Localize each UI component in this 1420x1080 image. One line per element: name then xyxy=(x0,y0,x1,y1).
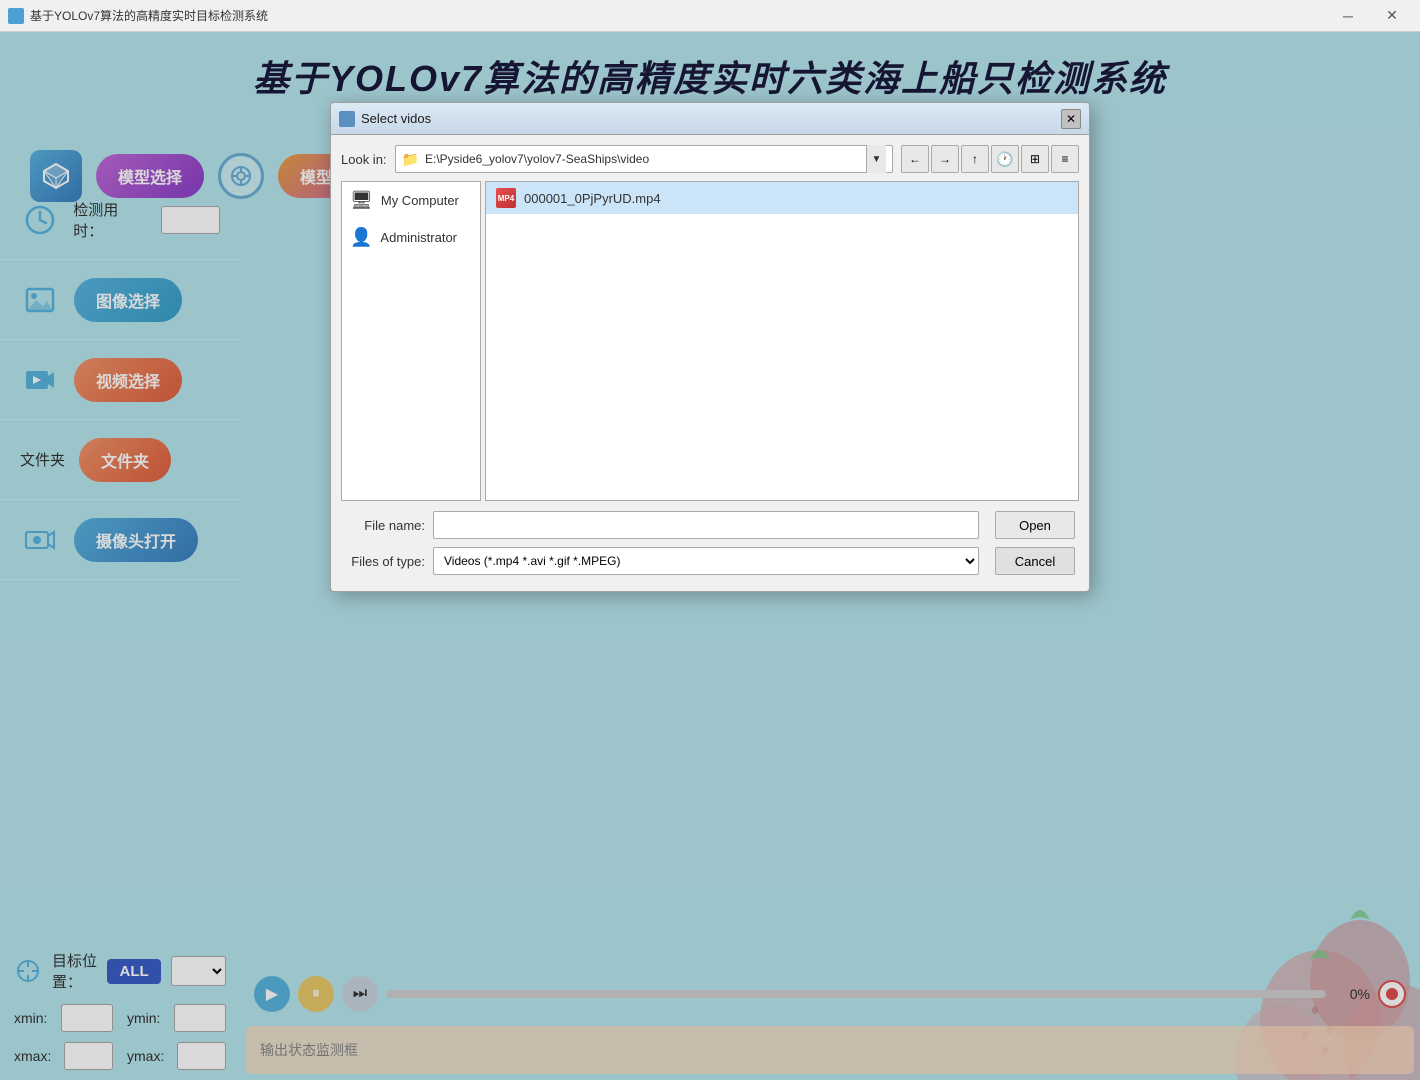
sidebar-item-administrator[interactable]: 👤 Administrator xyxy=(342,219,480,256)
path-text: E:\Pyside6_yolov7\yolov7-SeaShips\video xyxy=(425,152,866,166)
files-of-type-label: Files of type: xyxy=(345,554,425,569)
app-icon xyxy=(8,8,24,24)
file-name-row: File name: Open xyxy=(345,511,1075,539)
path-dropdown[interactable]: ▼ xyxy=(866,145,886,173)
files-of-type-select[interactable]: Videos (*.mp4 *.avi *.gif *.MPEG) xyxy=(433,547,979,575)
sidebar-item-mycomputer[interactable]: 🖥 My Computer xyxy=(342,182,480,219)
file-name-input[interactable] xyxy=(433,511,979,539)
title-bar-controls: ─ ✕ xyxy=(1328,6,1412,26)
open-button[interactable]: Open xyxy=(995,511,1075,539)
computer-icon: 🖥 xyxy=(350,190,373,211)
file-name-label: File name: xyxy=(345,518,425,533)
nav-up[interactable]: ↑ xyxy=(961,145,989,173)
nav-list-view[interactable]: ≡ xyxy=(1051,145,1079,173)
cancel-btn-container: Cancel xyxy=(995,547,1075,575)
file-item[interactable]: MP4 000001_0PjPyrUD.mp4 xyxy=(486,182,1078,214)
close-button[interactable]: ✕ xyxy=(1372,6,1412,26)
user-icon: 👤 xyxy=(350,227,372,248)
nav-recent[interactable]: 🕐 xyxy=(991,145,1019,173)
app-background: 基于YOLOv7算法的高精度实时六类海上船只检测系统 CSDN：BestSong… xyxy=(0,32,1420,1080)
file-name: 000001_0PjPyrUD.mp4 xyxy=(524,191,661,206)
title-bar-text: 基于YOLOv7算法的高精度实时目标检测系统 xyxy=(30,7,1328,24)
nav-forward[interactable]: → xyxy=(931,145,959,173)
file-sidebar: 🖥 My Computer 👤 Administrator xyxy=(341,181,481,501)
dialog-title-bar: Select vidos ✕ xyxy=(331,103,1089,135)
dialog-action-buttons: Open xyxy=(995,511,1075,539)
look-in-row: Look in: 📁 E:\Pyside6_yolov7\yolov7-SeaS… xyxy=(341,145,1079,173)
look-in-label: Look in: xyxy=(341,152,387,167)
administrator-label: Administrator xyxy=(380,230,457,245)
nav-grid-view[interactable]: ⊞ xyxy=(1021,145,1049,173)
nav-back[interactable]: ← xyxy=(901,145,929,173)
dialog-close-button[interactable]: ✕ xyxy=(1061,109,1081,129)
my-computer-label: My Computer xyxy=(381,193,459,208)
dialog-body: Look in: 📁 E:\Pyside6_yolov7\yolov7-SeaS… xyxy=(331,135,1089,591)
cancel-button[interactable]: Cancel xyxy=(995,547,1075,575)
dialog-title-text: Select vidos xyxy=(361,111,1061,126)
files-of-type-row: Files of type: Videos (*.mp4 *.avi *.gif… xyxy=(345,547,1075,575)
modal-overlay: Select vidos ✕ Look in: 📁 E:\Pyside6_yol… xyxy=(0,32,1420,1080)
nav-buttons: ← → ↑ 🕐 ⊞ ≡ xyxy=(901,145,1079,173)
minimize-button[interactable]: ─ xyxy=(1328,6,1368,26)
file-list: MP4 000001_0PjPyrUD.mp4 xyxy=(485,181,1079,501)
title-bar: 基于YOLOv7算法的高精度实时目标检测系统 ─ ✕ xyxy=(0,0,1420,32)
file-dialog: Select vidos ✕ Look in: 📁 E:\Pyside6_yol… xyxy=(330,102,1090,592)
dialog-bottom: File name: Open Files of type: Videos (*… xyxy=(341,511,1079,581)
look-in-path: 📁 E:\Pyside6_yolov7\yolov7-SeaShips\vide… xyxy=(395,145,893,173)
path-folder-icon: 📁 xyxy=(402,151,419,168)
mp4-icon: MP4 xyxy=(496,188,516,208)
file-browser: 🖥 My Computer 👤 Administrator MP4 000001… xyxy=(341,181,1079,501)
dialog-icon xyxy=(339,111,355,127)
